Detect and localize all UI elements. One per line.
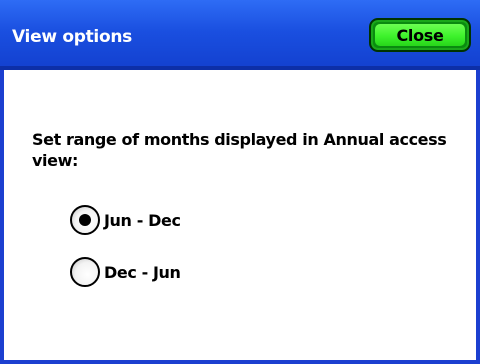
title-bar: View options Close — [0, 0, 480, 70]
radio-label-dec-jun: Dec - Jun — [104, 262, 181, 282]
close-button-face: Close — [375, 24, 465, 46]
radio-label-jun-dec: Jun - Dec — [104, 210, 181, 230]
dialog-content: Set range of months displayed in Annual … — [4, 70, 476, 360]
view-options-dialog: View options Close Set range of months d… — [0, 0, 480, 364]
radio-option-jun-dec[interactable]: Jun - Dec — [70, 201, 181, 239]
close-button[interactable]: Close — [369, 18, 471, 52]
dialog-title: View options — [12, 27, 132, 47]
radio-button-dec-jun[interactable] — [70, 257, 100, 287]
radio-option-dec-jun[interactable]: Dec - Jun — [70, 253, 181, 291]
radio-button-jun-dec[interactable] — [70, 205, 100, 235]
month-range-prompt: Set range of months displayed in Annual … — [32, 130, 447, 170]
close-button-label: Close — [396, 25, 444, 45]
